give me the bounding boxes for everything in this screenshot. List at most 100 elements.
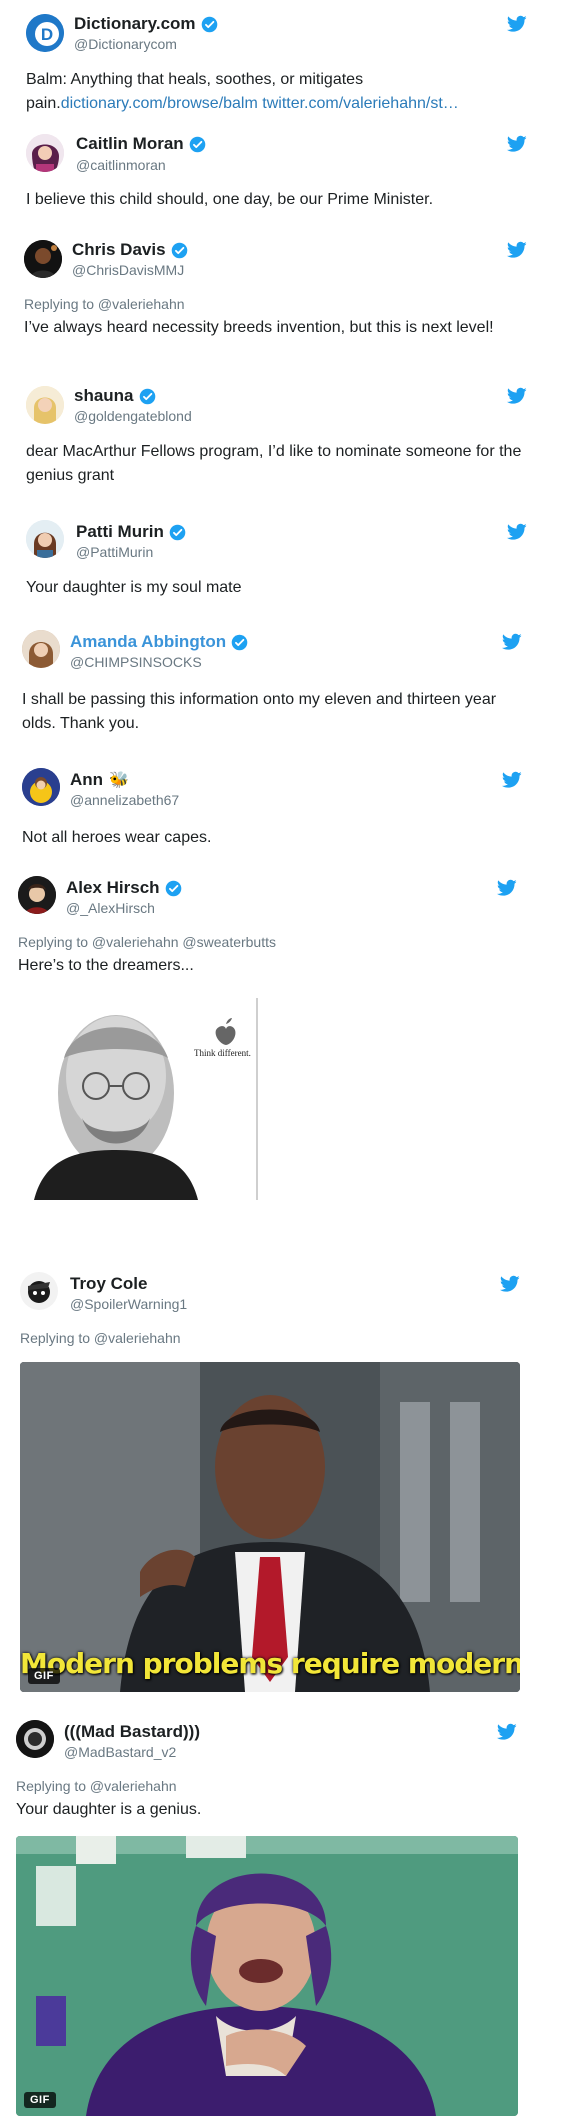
tweet-card[interactable]: Ann 🐝 @annelizabeth67 Not all heroes wea…	[0, 760, 576, 860]
display-name[interactable]: Troy Cole	[70, 1274, 147, 1294]
display-name[interactable]: Patti Murin	[76, 522, 186, 542]
twitter-bird-icon[interactable]	[507, 135, 527, 153]
user-handle[interactable]: @MadBastard_v2	[64, 1744, 176, 1760]
tweet-card[interactable]: (((Mad Bastard))) @MadBastard_v2 Replyin…	[0, 1710, 576, 2127]
bee-emoji-icon: 🐝	[109, 772, 129, 789]
user-handle[interactable]: @CHIMPSINSOCKS	[70, 654, 202, 670]
display-name-text[interactable]: Amanda Abbington	[70, 632, 226, 652]
profile-photo-icon	[26, 134, 64, 172]
tweet-image[interactable]: Think different.	[34, 998, 258, 1200]
verified-badge-icon	[171, 242, 188, 259]
display-name-text[interactable]: Caitlin Moran	[76, 134, 184, 154]
gif-badge: GIF	[24, 2092, 56, 2108]
avatar[interactable]	[26, 134, 64, 172]
gif-frame-image	[16, 1836, 518, 2116]
replying-to[interactable]: Replying to @valeriehahn	[16, 1778, 177, 1794]
avatar[interactable]	[24, 240, 62, 278]
twitter-bird-icon[interactable]	[502, 771, 522, 789]
verified-badge-icon	[139, 388, 156, 405]
avatar[interactable]	[16, 1720, 54, 1758]
user-handle[interactable]: @_AlexHirsch	[66, 900, 155, 916]
avatar[interactable]	[22, 768, 60, 806]
display-name-text[interactable]: Troy Cole	[70, 1274, 147, 1294]
avatar[interactable]	[26, 386, 64, 424]
tweet-link[interactable]: dictionary.com/browse/balm	[61, 95, 258, 112]
tweet-card[interactable]: Troy Cole @SpoilerWarning1 Replying to @…	[0, 1262, 576, 1702]
gif-frame-image	[20, 1362, 520, 1692]
portrait-image	[34, 998, 256, 1200]
verified-badge-icon	[165, 880, 182, 897]
profile-photo-icon	[18, 876, 56, 914]
display-name[interactable]: shauna	[74, 386, 156, 406]
tweet-gif[interactable]: GIF	[16, 1836, 518, 2116]
profile-photo-icon	[22, 630, 60, 668]
avatar[interactable]	[26, 520, 64, 558]
display-name[interactable]: Ann 🐝	[70, 770, 129, 790]
display-name-text[interactable]: shauna	[74, 386, 134, 406]
tweet-text: dear MacArthur Fellows program, I’d like…	[26, 443, 522, 484]
user-handle[interactable]: @PattiMurin	[76, 544, 153, 560]
display-name-text[interactable]: (((Mad Bastard)))	[64, 1722, 200, 1742]
user-handle[interactable]: @annelizabeth67	[70, 792, 179, 808]
tweet-text: Your daughter is a genius.	[16, 1801, 202, 1818]
avatar[interactable]	[22, 630, 60, 668]
display-name[interactable]: Caitlin Moran	[76, 134, 206, 154]
tweet-text: I shall be passing this information onto…	[22, 691, 497, 732]
display-name-text[interactable]: Alex Hirsch	[66, 878, 160, 898]
twitter-bird-icon[interactable]	[507, 241, 527, 259]
tweet-text: I believe this child should, one day, be…	[26, 191, 434, 208]
display-name[interactable]: Alex Hirsch	[66, 878, 182, 898]
profile-photo-icon	[26, 520, 64, 558]
twitter-bird-icon[interactable]	[502, 633, 522, 651]
twitter-bird-icon[interactable]	[497, 879, 517, 897]
tweet-gif[interactable]: Modern problems require modern solutions…	[20, 1362, 520, 1692]
display-name[interactable]: Amanda Abbington	[70, 632, 248, 652]
twitter-bird-icon[interactable]	[507, 15, 527, 33]
profile-photo-icon	[20, 1272, 58, 1310]
profile-photo-icon	[22, 768, 60, 806]
gif-caption: Modern problems require modern solutions	[20, 1647, 520, 1680]
display-name-text[interactable]: Ann	[70, 770, 103, 790]
verified-badge-icon	[189, 136, 206, 153]
tweet-card[interactable]: D Dictionary.com @Dictionarycom Balm: An…	[0, 0, 576, 120]
replying-to[interactable]: Replying to @valeriehahn	[24, 296, 185, 312]
tweet-card[interactable]: Chris Davis @ChrisDavisMMJ Replying to @…	[0, 230, 576, 372]
replying-to[interactable]: Replying to @valeriehahn	[20, 1330, 181, 1346]
tweet-text: Not all heroes wear capes.	[22, 829, 212, 846]
user-handle[interactable]: @SpoilerWarning1	[70, 1296, 187, 1312]
display-name[interactable]: Chris Davis	[72, 240, 188, 260]
tweet-card[interactable]: shauna @goldengateblond dear MacArthur F…	[0, 378, 576, 488]
twitter-bird-icon[interactable]	[497, 1723, 517, 1741]
svg-text:D: D	[41, 25, 53, 44]
twitter-bird-icon[interactable]	[500, 1275, 520, 1293]
replying-to[interactable]: Replying to @valeriehahn @sweaterbutts	[18, 934, 276, 950]
display-name-text[interactable]: Chris Davis	[72, 240, 166, 260]
tweet-text: Balm: Anything that heals, soothes, or m…	[26, 68, 526, 116]
profile-photo-icon	[16, 1720, 54, 1758]
twitter-bird-icon[interactable]	[507, 387, 527, 405]
avatar[interactable]	[20, 1272, 58, 1310]
user-handle[interactable]: @ChrisDavisMMJ	[72, 262, 184, 278]
display-name[interactable]: (((Mad Bastard)))	[64, 1722, 200, 1742]
verified-badge-icon	[201, 16, 218, 33]
avatar[interactable]	[18, 876, 56, 914]
display-name-text[interactable]: Dictionary.com	[74, 14, 196, 34]
tweet-text: I’ve always heard necessity breeds inven…	[24, 319, 494, 336]
tweet-text: Here’s to the dreamers...	[18, 957, 194, 974]
tweet-link[interactable]: twitter.com/valeriehahn/st…	[262, 95, 459, 112]
profile-photo-icon	[24, 240, 62, 278]
tweet-card[interactable]: Caitlin Moran @caitlinmoran I believe th…	[0, 122, 576, 222]
user-handle[interactable]: @Dictionarycom	[74, 36, 177, 52]
display-name-text[interactable]: Patti Murin	[76, 522, 164, 542]
verified-badge-icon	[169, 524, 186, 541]
display-name[interactable]: Dictionary.com	[74, 14, 218, 34]
user-handle[interactable]: @caitlinmoran	[76, 157, 166, 173]
profile-photo-icon	[26, 386, 64, 424]
dictionary-logo-icon: D	[26, 14, 64, 52]
tweet-card[interactable]: Alex Hirsch @_AlexHirsch Replying to @va…	[0, 868, 576, 1238]
twitter-bird-icon[interactable]	[507, 523, 527, 541]
tweet-card[interactable]: Amanda Abbington @CHIMPSINSOCKS I shall …	[0, 622, 576, 738]
tweet-card[interactable]: Patti Murin @PattiMurin Your daughter is…	[0, 512, 576, 608]
user-handle[interactable]: @goldengateblond	[74, 408, 192, 424]
avatar[interactable]: D	[26, 14, 64, 52]
